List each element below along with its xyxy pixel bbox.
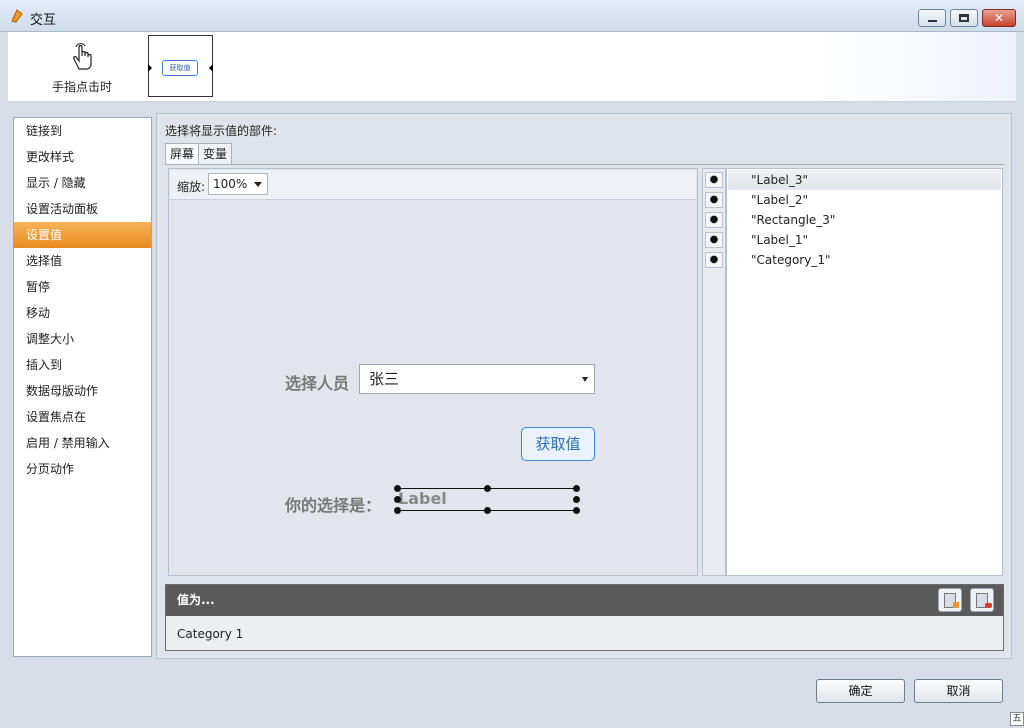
action-label: 调整大小 [26, 332, 75, 346]
close-icon: ✕ [993, 11, 1005, 25]
action-item[interactable]: 启用 / 禁用输入 [14, 430, 151, 456]
zoom-value: 100% [213, 177, 248, 191]
remove-icon [985, 603, 992, 608]
widget-thumbnail[interactable]: 获取值 [148, 35, 213, 97]
resize-handle[interactable] [394, 496, 401, 503]
action-item[interactable]: 更改样式 [14, 144, 151, 170]
action-item-active[interactable]: 设置值 [14, 222, 151, 248]
right-marker-icon [209, 64, 213, 72]
action-item[interactable]: 显示 / 隐藏 [14, 170, 151, 196]
window-title: 交互 [30, 13, 57, 28]
choice-label[interactable]: 你的选择是： [285, 492, 381, 516]
hand-tap-icon [73, 43, 92, 70]
tab-variables[interactable]: 变量 [198, 143, 233, 165]
widget-prompt: 选择将显示值的部件: [165, 124, 278, 138]
widget-list-item[interactable]: "Label_1" [728, 230, 1001, 250]
widget-list: "Label_3" "Label_2" "Rectangle_3" "Label… [726, 168, 1003, 576]
widget-list-item[interactable]: "Rectangle_3" [728, 210, 1001, 230]
edit-value-button[interactable] [938, 588, 962, 612]
resize-handle[interactable] [484, 507, 491, 514]
resize-handle[interactable] [573, 507, 580, 514]
cancel-button[interactable]: 取消 [914, 679, 1003, 703]
action-label: 移动 [26, 306, 51, 320]
widget-list-item[interactable]: "Category_1" [728, 250, 1001, 270]
value-panel: 值为... Category 1 [165, 584, 1004, 651]
get-value-button[interactable]: 获取值 [521, 427, 595, 461]
action-item[interactable]: 调整大小 [14, 326, 151, 352]
eye-icon[interactable]: ● [705, 252, 723, 268]
action-item[interactable]: 选择值 [14, 248, 151, 274]
label-placeholder: Label [398, 489, 447, 508]
maximize-button[interactable] [950, 9, 978, 27]
trigger-label: 手指点击时 [51, 80, 112, 94]
action-label: 设置焦点在 [26, 410, 87, 424]
action-label: 选择值 [26, 254, 63, 268]
minimize-icon [927, 20, 937, 22]
person-value: 张三 [369, 370, 400, 388]
action-item[interactable]: 插入到 [14, 352, 151, 378]
screen-canvas[interactable]: 缩放: 100% 选择人员 张三 获取值 你的选择是： Label [168, 168, 698, 576]
resize-handle[interactable] [484, 485, 491, 492]
action-label: 启用 / 禁用输入 [26, 436, 110, 450]
action-item[interactable]: 设置焦点在 [14, 404, 151, 430]
left-marker-icon [148, 64, 152, 72]
resize-handle[interactable] [573, 496, 580, 503]
ok-button[interactable]: 确定 [816, 679, 905, 703]
action-label: 更改样式 [26, 150, 75, 164]
action-label: 暂停 [26, 280, 51, 294]
ime-icon[interactable]: 五 [1010, 712, 1024, 726]
visibility-column: ● ● ● ● ● [702, 168, 726, 576]
action-item[interactable]: 设置活动面板 [14, 196, 151, 222]
action-label: 插入到 [26, 358, 63, 372]
eye-icon[interactable]: ● [705, 192, 723, 208]
zoom-bar: 缩放: 100% [170, 170, 696, 200]
config-panel: 选择将显示值的部件: 屏幕 变量 缩放: 100% 选择人员 张三 获取值 你的… [156, 113, 1012, 659]
resize-handle[interactable] [394, 485, 401, 492]
app-icon [11, 9, 23, 23]
zoom-label: 缩放: [177, 180, 206, 194]
selected-label-widget[interactable]: Label [394, 485, 580, 514]
zoom-select[interactable]: 100% [208, 173, 268, 195]
widget-list-item[interactable]: "Label_3" [728, 170, 1001, 190]
action-item[interactable]: 分页动作 [14, 456, 151, 482]
person-dropdown[interactable]: 张三 [359, 364, 595, 394]
action-item[interactable]: 移动 [14, 300, 151, 326]
eye-icon[interactable]: ● [705, 232, 723, 248]
minimize-button[interactable] [918, 9, 946, 27]
title-bar: 交互 ✕ [0, 0, 1024, 32]
resize-handle[interactable] [394, 507, 401, 514]
value-panel-title: 值为... [177, 593, 215, 607]
widget-list-item[interactable]: "Label_2" [728, 190, 1001, 210]
resize-handle[interactable] [573, 485, 580, 492]
value-text[interactable]: Category 1 [166, 616, 1003, 641]
eye-icon[interactable]: ● [705, 212, 723, 228]
action-label: 分页动作 [26, 462, 75, 476]
pencil-icon [953, 602, 959, 608]
eye-icon[interactable]: ● [705, 172, 723, 188]
action-item[interactable]: 数据母版动作 [14, 378, 151, 404]
action-label: 链接到 [26, 124, 63, 138]
maximize-icon [959, 14, 969, 22]
action-item[interactable]: 链接到 [14, 118, 151, 144]
value-panel-header: 值为... [166, 585, 1003, 616]
tab-divider [165, 164, 1004, 165]
action-label: 设置活动面板 [26, 202, 99, 216]
chevron-down-icon [582, 377, 588, 382]
clear-value-button[interactable] [970, 588, 994, 612]
person-label[interactable]: 选择人员 [285, 370, 349, 394]
close-button[interactable]: ✕ [982, 9, 1016, 27]
action-item[interactable]: 暂停 [14, 274, 151, 300]
tab-bar: 屏幕 变量 [165, 143, 233, 165]
tab-screen[interactable]: 屏幕 [165, 143, 200, 165]
action-label: 设置值 [26, 228, 63, 242]
action-label: 显示 / 隐藏 [26, 176, 86, 190]
event-toolbar: 手指点击时 获取值 [8, 32, 1016, 102]
chevron-down-icon [254, 182, 262, 187]
action-label: 数据母版动作 [26, 384, 99, 398]
thumbnail-button: 获取值 [162, 60, 198, 76]
trigger-tap[interactable]: 手指点击时 [42, 42, 122, 95]
action-list: 链接到 更改样式 显示 / 隐藏 设置活动面板 设置值 选择值 暂停 移动 调整… [13, 117, 152, 657]
